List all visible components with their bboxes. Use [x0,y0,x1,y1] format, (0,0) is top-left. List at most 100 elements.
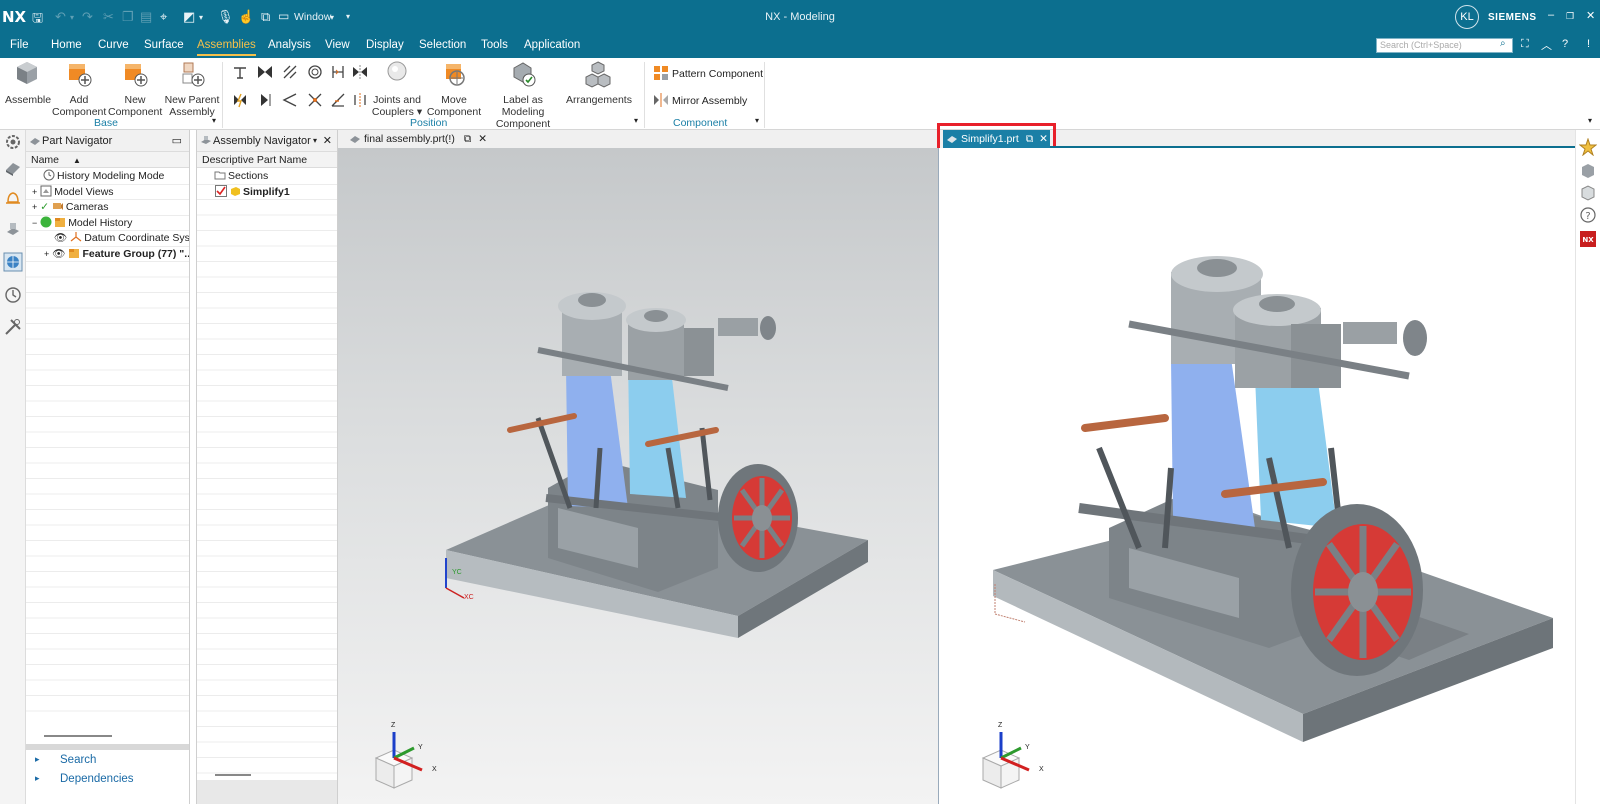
label-modeling-icon [513,62,536,87]
search-icon[interactable]: ⌕ [1500,38,1506,49]
new-component-button[interactable]: New Component [108,60,162,118]
expand-icon[interactable]: + [32,202,37,212]
descriptive-part-name-column[interactable]: Descriptive Part Name [197,152,337,168]
triad-y-label: Y [418,744,423,751]
joints-and-couplers-button[interactable]: Joints and Couplers ▾ [370,60,424,118]
settings-gear-icon[interactable] [3,132,23,152]
constraint-touch-align-icon[interactable] [232,64,248,80]
constraint-align-lock-icon[interactable] [330,92,346,108]
constraint-perpendicular-icon[interactable] [307,92,323,108]
simplified-engine-model[interactable] [939,148,1575,804]
part-icon[interactable] [1579,162,1597,180]
add-component-button[interactable]: Add Component [52,60,106,118]
menu-application[interactable]: Application [524,39,580,51]
maximize-panel-icon[interactable]: ▭ [172,130,182,152]
alerts-bell-icon[interactable] [3,188,23,208]
component-group-dropdown-icon[interactable]: ▾ [755,116,759,125]
expand-icon[interactable]: + [44,249,49,259]
tree-row-model-history[interactable]: − Model History [26,216,189,231]
tab-final-assembly[interactable]: final assembly.prt(!) ⧉ ✕ [346,130,487,148]
new-parent-assembly-button[interactable]: New Parent Assembly [164,60,220,118]
visibility-eye-icon[interactable]: 👁 [52,248,65,260]
command-search-input[interactable]: Search (Ctrl+Space) [1376,38,1513,53]
constraint-fix-icon[interactable] [307,64,323,80]
constraint-distance-icon[interactable] [282,64,298,80]
steam-engine-model[interactable] [338,148,939,804]
undock-icon[interactable]: ⧉ [464,133,472,145]
history-clock-icon[interactable] [3,285,23,305]
reuse-library-icon[interactable] [1579,184,1597,202]
menu-selection[interactable]: Selection [419,39,466,51]
label-as-modeling-component-button[interactable]: Label as Modeling Component [482,60,564,130]
menu-view[interactable]: View [325,39,350,51]
close-tab-icon[interactable]: ✕ [478,133,487,145]
tree-row-feature-group[interactable]: + 👁 Feature Group (77) "... [26,247,189,262]
ribbon-separator [222,62,223,128]
base-group-dropdown-icon[interactable]: ▾ [212,116,216,125]
menu-tools[interactable]: Tools [481,39,508,51]
menu-bar: File Home Curve Surface Assemblies Analy… [0,34,1600,58]
alert-icon[interactable]: ! [1587,38,1590,50]
favorites-star-icon[interactable] [1579,138,1597,156]
nx-app-icon[interactable]: NX [1579,230,1597,248]
roles-tools-icon[interactable] [3,317,23,337]
web-browser-icon[interactable] [3,252,23,272]
minimize-icon[interactable]: – [1548,9,1554,21]
graphics-window-simplify1[interactable]: Z Y X [939,148,1575,804]
menu-curve[interactable]: Curve [98,39,129,51]
tree-row-sections[interactable]: Sections [197,169,337,185]
menu-file[interactable]: File [10,39,29,51]
arrangements-button[interactable]: Arrangements [566,60,632,106]
pattern-component-button[interactable]: Pattern Component [653,65,763,81]
tree-row-simplify1[interactable]: Simplify1 [197,184,337,200]
ribbon-options-dropdown-icon[interactable]: ▾ [1588,116,1592,125]
search-section[interactable]: ▸ Search [35,754,96,766]
collapse-icon[interactable]: − [32,218,37,228]
tree-row-cameras[interactable]: + ✓ Cameras [26,200,189,216]
dependencies-section[interactable]: ▸ Dependencies [35,773,134,785]
constraint-fit-icon[interactable] [257,92,273,108]
expand-icon[interactable]: + [32,187,37,197]
assemble-button[interactable]: Assemble [5,60,51,106]
undock-icon[interactable]: ⧉ [1026,133,1034,145]
close-tab-icon[interactable]: ✕ [1039,133,1048,145]
checkbox-checked-icon[interactable] [215,184,227,197]
visibility-eye-icon[interactable]: 👁 [54,232,67,244]
horizontal-scrollbar[interactable] [44,735,112,737]
position-group-dropdown-icon[interactable]: ▾ [634,116,638,125]
constraint-center-icon[interactable] [352,64,368,80]
tree-row-datum-csys[interactable]: 👁 Datum Coordinate Syst... [26,231,189,247]
part-navigator-icon[interactable] [3,158,23,178]
collapse-ribbon-icon[interactable]: ︿ [1541,37,1552,53]
full-screen-icon[interactable]: ⛶ [1521,38,1529,51]
clock-icon [43,169,55,181]
tree-row-history-mode[interactable]: History Modeling Mode [26,169,189,185]
help-icon[interactable]: ? [1562,38,1568,50]
constraint-mirror-icon[interactable] [352,92,368,108]
mirror-assembly-button[interactable]: Mirror Assembly [653,92,747,108]
panel-menu-dropdown-icon[interactable]: ▾ [313,130,317,152]
panel-divider[interactable] [26,744,189,750]
tree-row-model-views[interactable]: + Model Views [26,185,189,200]
menu-home[interactable]: Home [51,39,82,51]
restore-icon[interactable]: ❐ [1566,11,1574,22]
menu-display[interactable]: Display [366,39,404,51]
constraint-parallel-icon[interactable] [330,64,346,80]
graphics-window-final-assembly[interactable]: YC XC Z Y X [338,148,939,804]
menu-surface[interactable]: Surface [144,39,184,51]
horizontal-scrollbar[interactable] [215,774,251,776]
move-component-button[interactable]: Move Component [426,60,482,118]
menu-analysis[interactable]: Analysis [268,39,311,51]
part-navigator-name-column[interactable]: Name ▲ [26,152,189,168]
constraint-angle-icon[interactable] [282,92,298,108]
menu-assemblies[interactable]: Assemblies [197,39,256,56]
help-circle-icon[interactable]: ? [1579,206,1597,224]
tab-simplify1[interactable]: Simplify1.prt ⧉ ✕ [943,130,1050,148]
add-component-icon [69,64,92,87]
constraint-concentric-icon[interactable] [257,64,273,80]
assembly-navigator-icon[interactable] [3,220,23,240]
user-avatar[interactable]: KL [1455,5,1479,29]
constraint-bond-icon[interactable] [232,92,248,108]
close-panel-icon[interactable]: ✕ [323,130,332,152]
close-icon[interactable]: ✕ [1586,9,1595,22]
